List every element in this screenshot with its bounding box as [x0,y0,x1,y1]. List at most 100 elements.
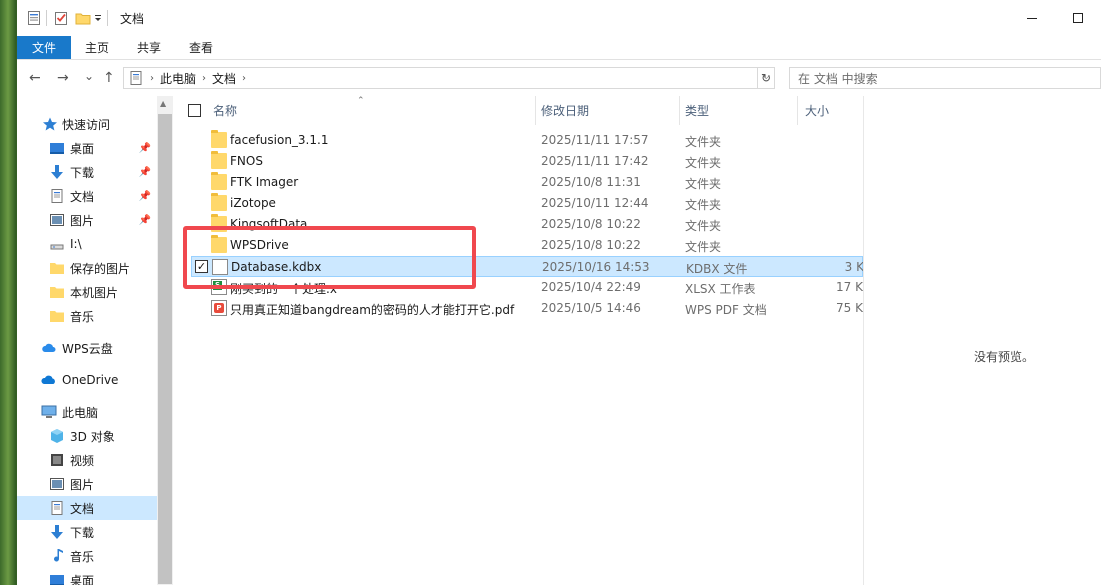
nav-quick-access[interactable]: 快速访问 [17,112,157,136]
minimize-button[interactable] [1009,0,1055,36]
nav-label: I:\ [70,237,82,251]
column-header-name[interactable]: 名称 [213,96,535,125]
folder-icon [211,193,227,211]
nav-item-3d-objects[interactable]: 3D 对象 [17,424,157,448]
nav-label: 3D 对象 [70,429,115,444]
file-date: 2025/10/8 10:22 [541,217,641,231]
nav-item-music[interactable]: 音乐 [17,304,157,328]
file-name: FNOS [230,154,263,168]
breadcrumb-documents[interactable]: 文档 [212,70,236,87]
refresh-button[interactable]: ↻ [757,67,775,89]
nav-label: 音乐 [70,549,95,564]
nav-item-camera-roll[interactable]: 本机图片 [17,280,157,304]
tab-home[interactable]: 主页 [71,36,123,59]
maximize-icon [1073,13,1083,23]
nav-item-videos[interactable]: 视频 [17,448,157,472]
file-type: WPS PDF 文档 [685,303,767,317]
file-date: 2025/10/16 14:53 [542,260,650,274]
pin-icon[interactable]: 📌 [139,215,151,226]
nav-item-pictures[interactable]: 图片 📌 [17,208,157,232]
back-button[interactable]: ← [29,70,41,86]
checkmark-icon[interactable] [53,10,69,26]
star-icon [42,116,58,132]
nav-label: 下载 [70,165,95,180]
nav-label: 快速访问 [62,117,111,132]
nav-item-pc-documents[interactable]: 文档 [17,496,157,520]
tab-view[interactable]: 查看 [175,36,227,59]
recent-locations-button[interactable]: ⌄ [84,69,94,83]
maximize-button[interactable] [1055,0,1101,36]
nav-label: 视频 [70,453,95,468]
tab-share[interactable]: 共享 [123,36,175,59]
address-toolbar: ← → ⌄ ↑ › 此电脑 › 文档 › ⌵ ↻ 在 文档 中搜索 [17,60,1101,96]
column-header-modified[interactable]: 修改日期 [541,96,679,125]
document-icon [49,500,65,516]
preview-pane: 没有预览。 [863,96,1101,585]
customize-toolbar-chevron-icon[interactable] [93,10,103,26]
column-header-type[interactable]: 类型 [685,96,797,125]
file-type: 文件夹 [685,135,722,149]
nav-label: WPS云盘 [62,341,113,356]
nav-scrollbar[interactable]: ▲ [157,96,173,585]
pin-icon[interactable]: 📌 [139,167,151,178]
nav-onedrive[interactable]: OneDrive [17,368,157,392]
file-date: 2025/10/4 22:49 [541,280,641,294]
file-row[interactable]: iZotope 2025/10/11 12:44 文件夹 [191,193,863,214]
new-folder-icon[interactable] [75,10,91,26]
pin-icon[interactable]: 📌 [139,191,151,202]
highlight-annotation-box [183,226,476,289]
column-label: 修改日期 [541,104,590,118]
nav-wps-cloud[interactable]: WPS云盘 [17,336,157,360]
breadcrumb-chevron-icon[interactable]: › [242,73,246,84]
nav-item-pc-desktop[interactable]: 桌面 [17,568,157,585]
file-type: XLSX 工作表 [685,282,756,296]
file-size: 17 K [836,280,863,294]
file-date: 2025/10/8 10:22 [541,238,641,252]
pin-icon[interactable]: 📌 [139,143,151,154]
properties-icon[interactable] [26,10,42,26]
pdf-icon [211,300,227,316]
breadcrumb-this-pc[interactable]: 此电脑 [160,70,196,87]
file-row[interactable]: facefusion_3.1.1 2025/11/11 17:57 文件夹 [191,130,863,151]
this-pc-icon [128,70,144,86]
file-type: 文件夹 [685,219,722,233]
file-row[interactable]: FTK Imager 2025/10/8 11:31 文件夹 [191,172,863,193]
nav-item-desktop[interactable]: 桌面 📌 [17,136,157,160]
select-all-checkbox[interactable] [188,104,201,117]
file-row[interactable]: FNOS 2025/11/11 17:42 文件夹 [191,151,863,172]
column-divider[interactable] [797,96,798,125]
nav-item-pc-downloads[interactable]: 下载 [17,520,157,544]
desktop-icon [49,572,65,585]
forward-button[interactable]: → [57,70,69,86]
up-button[interactable]: ↑ [103,70,115,86]
nav-item-saved-pictures[interactable]: 保存的图片 [17,256,157,280]
breadcrumb-chevron-icon[interactable]: › [202,73,206,84]
nav-item-pc-music[interactable]: 音乐 [17,544,157,568]
column-divider[interactable] [679,96,680,125]
ribbon-tabs: 文件 主页 共享 查看 [17,36,1101,60]
address-bar[interactable]: › 此电脑 › 文档 › ⌵ [123,67,775,89]
tab-file[interactable]: 文件 [17,36,72,59]
file-type: KDBX 文件 [686,262,748,276]
column-header-size[interactable]: 大小 [805,96,863,125]
scroll-up-icon[interactable]: ▲ [160,99,166,108]
file-row[interactable]: 只用真正知道bangdream的密码的人才能打开它.pdf 2025/10/5 … [191,298,863,319]
explorer-window: 文档 文件 主页 共享 查看 ← → ⌄ ↑ › 此电脑 › 文档 › ⌵ ↻ … [0,0,1101,585]
folder-icon [49,260,65,276]
scrollbar-thumb[interactable] [158,114,172,584]
column-divider[interactable] [535,96,536,125]
nav-this-pc[interactable]: 此电脑 [17,400,157,424]
breadcrumb-chevron-icon: › [150,72,154,84]
toolbar-separator [107,10,108,26]
minimize-icon [1027,17,1037,19]
nav-item-documents[interactable]: 文档 📌 [17,184,157,208]
pictures-icon [49,476,65,492]
file-list: ⌃ 名称 修改日期 类型 大小 facefusion_3.1.1 2025/11… [173,96,864,585]
nav-item-drive-i[interactable]: I:\ [17,232,157,256]
nav-label: 本机图片 [70,285,119,300]
nav-item-downloads[interactable]: 下载 📌 [17,160,157,184]
file-date: 2025/11/11 17:42 [541,154,649,168]
cloud-icon [41,340,57,356]
nav-item-pc-pictures[interactable]: 图片 [17,472,157,496]
search-input[interactable]: 在 文档 中搜索 [789,67,1101,89]
